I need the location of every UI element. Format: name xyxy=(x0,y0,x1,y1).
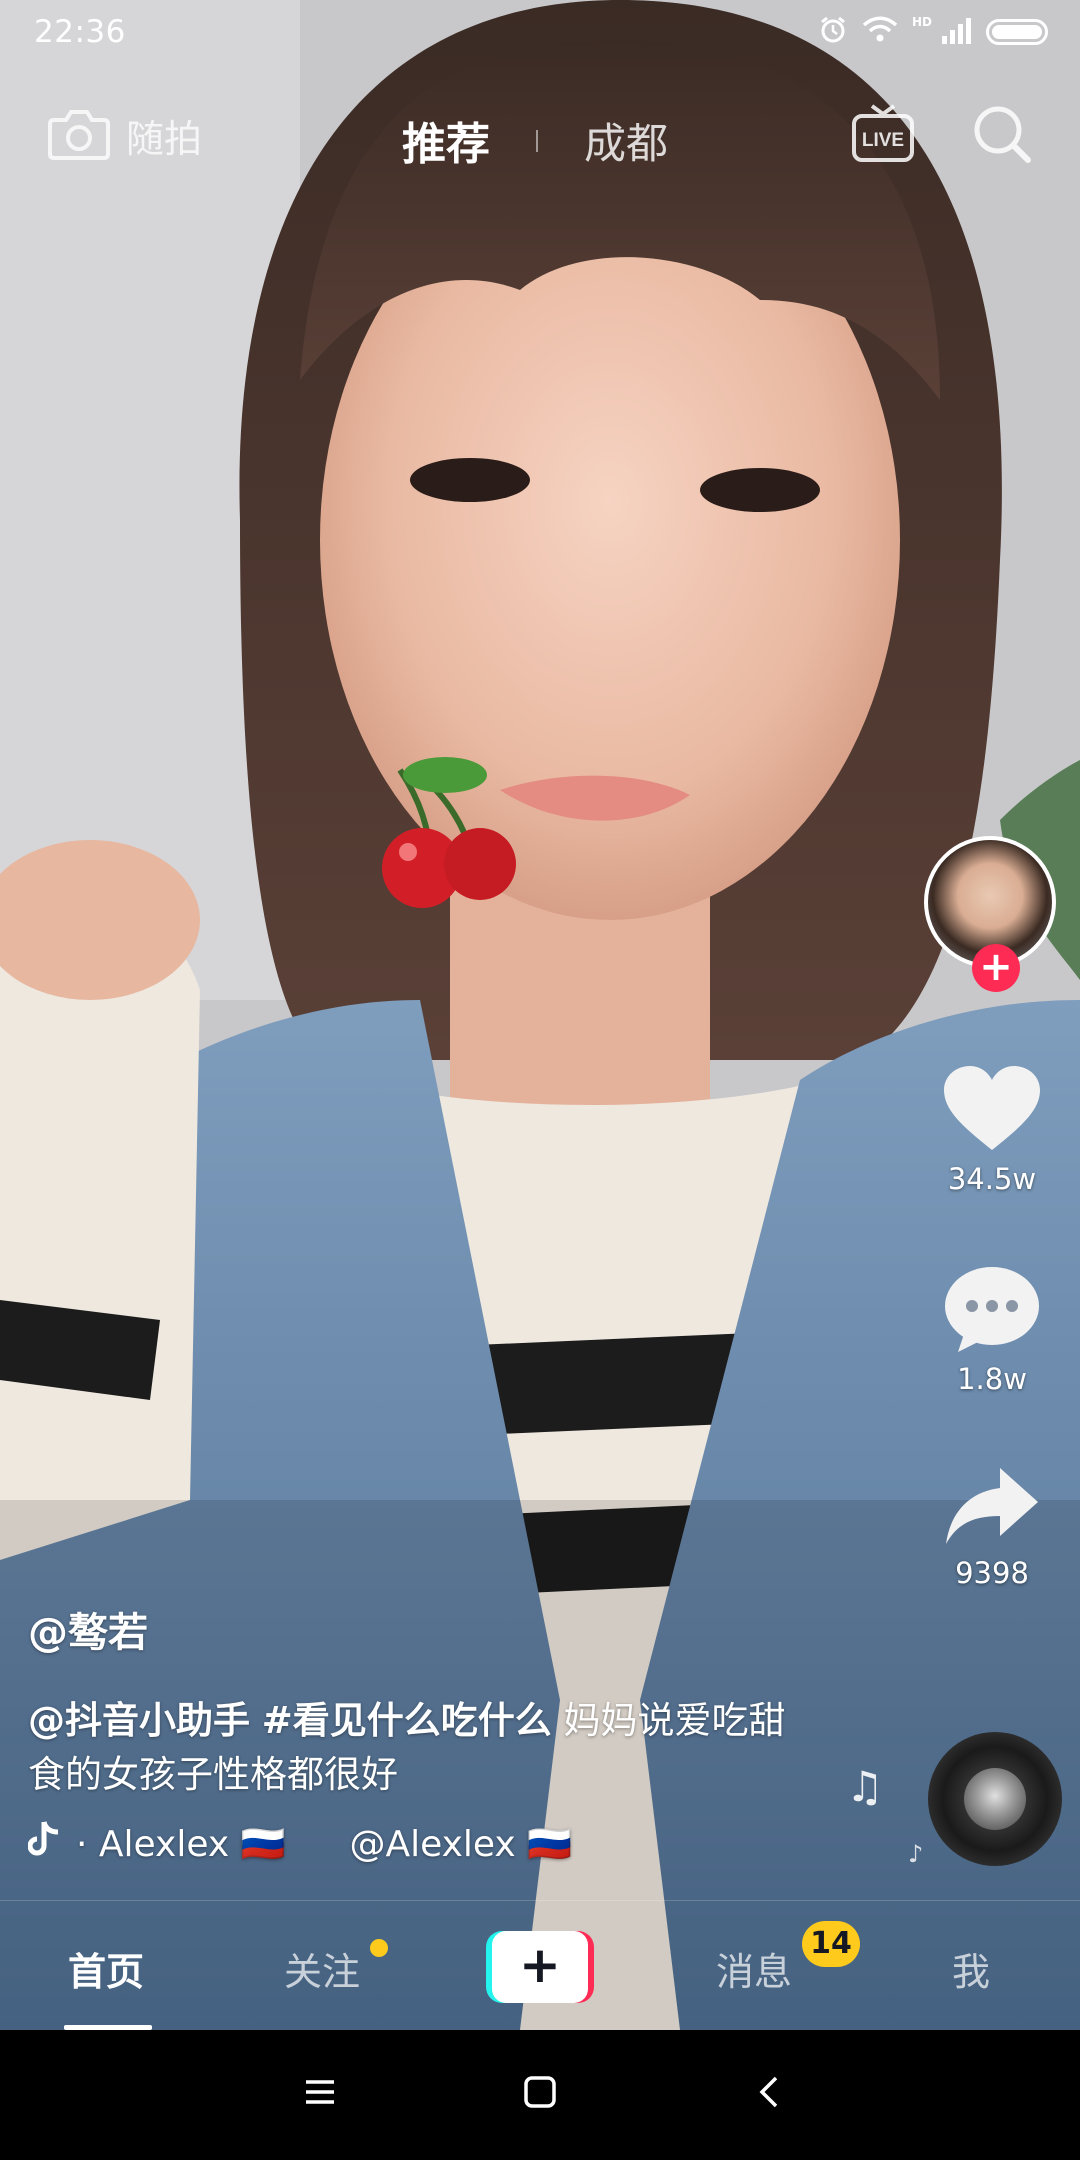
camera-icon xyxy=(48,106,110,164)
tab-city[interactable]: 成都 xyxy=(584,110,668,171)
status-bar: 22:36 HD xyxy=(0,0,1080,64)
follow-button[interactable]: + xyxy=(972,944,1020,992)
tab-divider xyxy=(536,130,538,152)
plus-icon: + xyxy=(492,1931,588,2003)
follow-update-dot xyxy=(370,1939,388,1957)
author-avatar-group: + xyxy=(924,836,1056,992)
tab-home[interactable]: 首页 xyxy=(68,1941,144,1996)
tab-recommend[interactable]: 推荐 xyxy=(402,108,490,172)
system-nav-bar xyxy=(0,2030,1080,2160)
hashtag-link[interactable]: #看见什么吃什么 xyxy=(262,1699,552,1742)
tab-follow[interactable]: 关注 xyxy=(284,1941,360,1996)
create-button[interactable]: + xyxy=(486,1931,594,2003)
status-time: 22:36 xyxy=(34,14,126,50)
author-name[interactable]: @骜若 xyxy=(28,1600,808,1658)
live-tv-icon[interactable]: LIVE xyxy=(850,100,916,170)
top-nav: 随拍 推荐 成都 LIVE xyxy=(0,96,1080,176)
like-button[interactable]: 34.5w xyxy=(924,1064,1060,1196)
douyin-note-icon xyxy=(27,1820,62,1867)
status-icons: HD xyxy=(818,14,1048,50)
live-label: LIVE xyxy=(862,130,904,151)
back-chevron-icon[interactable] xyxy=(752,2074,788,2114)
comment-button[interactable]: 1.8w xyxy=(924,1264,1060,1396)
alarm-icon xyxy=(818,15,848,49)
snap-label: 随拍 xyxy=(126,116,203,161)
music-note-small-icon: ♪ xyxy=(908,1840,924,1868)
video-caption: @骜若 @抖音小助手 #看见什么吃什么 妈妈说爱吃甜食的女孩子性格都很好 xyxy=(28,1600,808,1802)
mention-link[interactable]: @抖音小助手 xyxy=(28,1699,250,1742)
home-square-icon[interactable] xyxy=(522,2074,558,2114)
like-count: 34.5w xyxy=(947,1162,1037,1196)
wifi-icon xyxy=(862,15,898,49)
music-cover xyxy=(964,1768,1026,1830)
music-marquee[interactable]: · Alexlex 🇷🇺 @Alexlex 🇷🇺 xyxy=(27,1820,572,1867)
comment-bubble-icon xyxy=(942,1267,1042,1358)
share-button[interactable]: 9398 xyxy=(924,1464,1060,1590)
video-description: @抖音小助手 #看见什么吃什么 妈妈说爱吃甜食的女孩子性格都很好 xyxy=(28,1694,808,1802)
comment-count: 1.8w xyxy=(957,1362,1027,1396)
tab-messages[interactable]: 消息 xyxy=(716,1941,792,1996)
douyin-video-screen: 22:36 HD 随拍 推荐 成都 LIVE + 34.5w 1.8w 9398… xyxy=(0,0,1080,2160)
music-title-2: @Alexlex 🇷🇺 xyxy=(349,1823,572,1865)
search-icon[interactable] xyxy=(972,104,1032,168)
share-count: 9398 xyxy=(955,1556,1029,1590)
messages-badge: 14 xyxy=(802,1921,860,1967)
music-note-icon: ♫ xyxy=(846,1762,884,1811)
hd-label: HD xyxy=(911,15,932,29)
menu-icon[interactable] xyxy=(302,2074,338,2114)
tab-me[interactable]: 我 xyxy=(952,1941,990,1996)
signal-icon xyxy=(940,16,972,48)
snap-button[interactable]: 随拍 xyxy=(48,106,202,164)
share-arrow-icon xyxy=(942,1468,1042,1552)
music-title-1: · Alexlex 🇷🇺 xyxy=(76,1823,286,1865)
music-disc[interactable] xyxy=(928,1732,1062,1866)
heart-icon xyxy=(942,1066,1042,1158)
battery-icon xyxy=(986,19,1048,45)
bottom-tab-bar: 首页 关注 + 消息 14 我 xyxy=(0,1900,1080,2031)
